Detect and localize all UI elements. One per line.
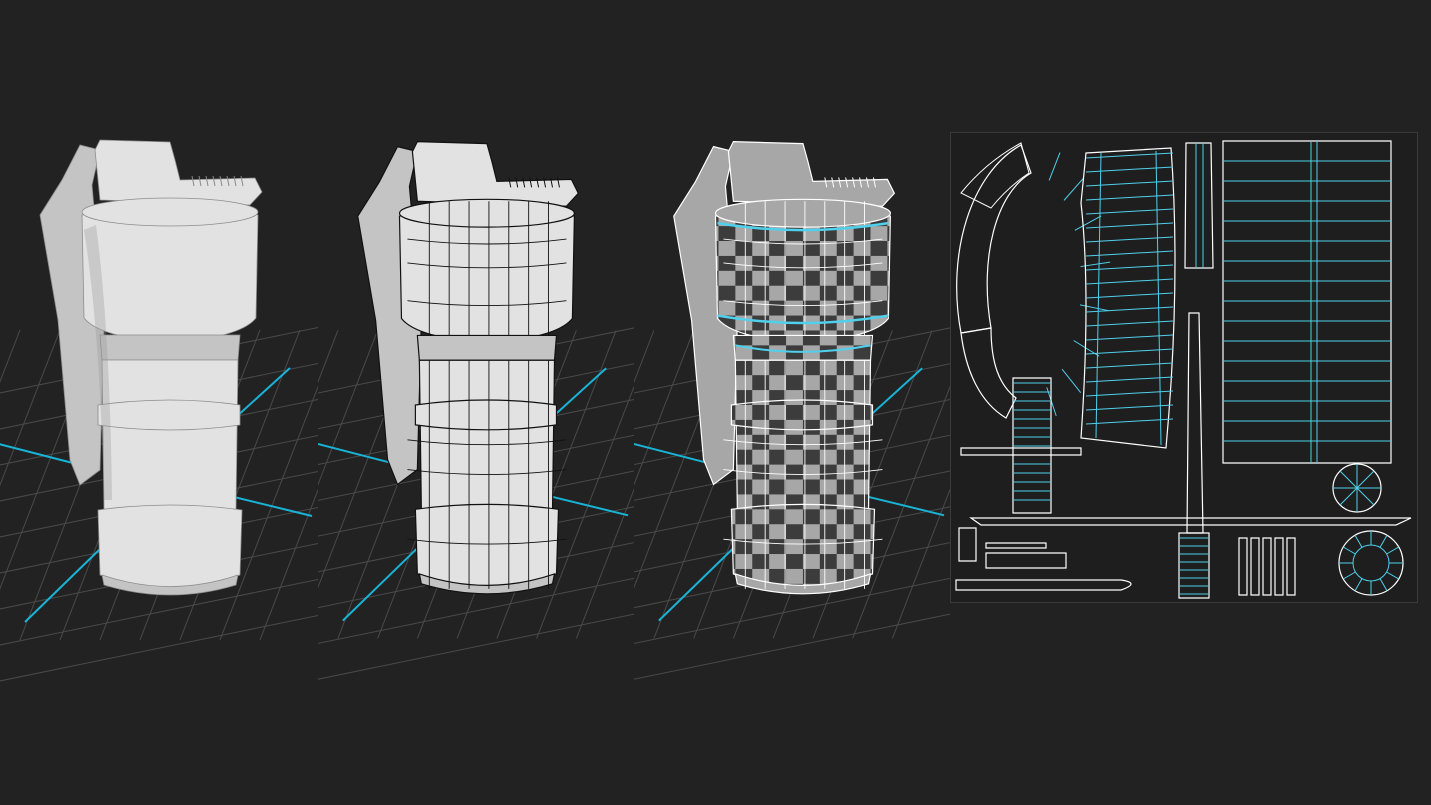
fuze-housing <box>411 141 580 207</box>
shaded-view-canvas <box>0 139 318 682</box>
uv-grid-line <box>1343 546 1356 555</box>
render-stage <box>0 0 1431 805</box>
uv-shell-pill <box>1262 537 1272 596</box>
uv-grid-line <box>1085 222 1174 229</box>
uv-grid-line <box>1085 194 1174 201</box>
grenade-model-wireframe[interactable] <box>357 141 580 595</box>
uv-grid-line <box>1063 177 1085 201</box>
uv-shell-stack <box>1178 532 1210 599</box>
uv-shell-arc <box>960 142 1030 209</box>
uv-shell-pill <box>1286 537 1296 596</box>
viewport-uv-checker[interactable] <box>634 0 950 805</box>
grenade-base <box>97 504 243 588</box>
uv-grid-line <box>1339 470 1358 489</box>
uv-shell-base-inner <box>1352 544 1390 582</box>
uv-shells[interactable] <box>955 140 1412 599</box>
fuze-housing <box>727 141 896 207</box>
uv-grid-line <box>1085 320 1174 327</box>
uv-checker-view-canvas <box>634 141 950 680</box>
uv-shell-block <box>958 527 977 562</box>
uv-grid-line <box>1354 578 1363 591</box>
uv-grid-line <box>1343 571 1356 580</box>
uv-shell-block <box>985 542 1047 549</box>
uv-grid-line <box>1085 348 1174 355</box>
grenade-neck <box>99 334 241 361</box>
grid-line <box>318 613 634 680</box>
uv-grid-line <box>1356 470 1375 489</box>
grenade-model-shaded[interactable] <box>39 139 263 596</box>
fuze-housing <box>94 139 263 206</box>
uv-shell-arc <box>960 327 1017 419</box>
viewport-shaded[interactable] <box>0 0 318 805</box>
grid-line <box>634 330 655 384</box>
uv-shell-small <box>1184 142 1214 269</box>
grip-band <box>97 399 241 431</box>
grenade-top-face <box>81 197 259 227</box>
uv-grid-line <box>1386 571 1399 580</box>
uv-grid-line <box>1079 304 1110 312</box>
grip-band <box>730 399 874 431</box>
uv-layout-canvas <box>955 140 1412 599</box>
uv-grid-line <box>1085 180 1174 187</box>
grenade-body <box>418 359 556 510</box>
uv-shell-pill <box>1274 537 1284 596</box>
uv-shell-flange <box>960 447 1082 456</box>
grenade-body <box>734 359 872 510</box>
grenade-body <box>101 359 239 511</box>
uv-shell-body <box>1222 140 1392 464</box>
uv-grid-line <box>1379 578 1388 591</box>
uv-shell-pill <box>1250 537 1260 596</box>
grid-line <box>634 330 695 486</box>
grenade-base <box>730 503 876 587</box>
grid-line <box>0 614 318 682</box>
uv-grid-line <box>1379 535 1388 548</box>
uv-grid-line <box>1085 152 1174 159</box>
grid-line <box>318 330 339 384</box>
uv-shell-strip <box>1080 147 1176 449</box>
uv-grid-line <box>1048 152 1061 181</box>
uv-shell-rim <box>969 517 1412 526</box>
uv-grid-line <box>1085 418 1174 425</box>
grip-band <box>414 399 558 431</box>
uv-grid-line <box>1356 487 1375 506</box>
grid-line <box>891 488 950 639</box>
uv-shell-pin <box>1186 312 1204 534</box>
uv-grid-line <box>1061 368 1082 393</box>
uv-grid-line <box>1085 292 1174 299</box>
uv-grid-line <box>1085 334 1174 341</box>
uv-grid-line <box>1339 487 1358 506</box>
uv-layout-editor[interactable] <box>950 132 1418 603</box>
uv-grid-line <box>1386 546 1399 555</box>
grenade-model-uv-checker[interactable] <box>673 141 896 595</box>
uv-shell-arc <box>956 144 1032 334</box>
grid-line <box>634 613 950 680</box>
uv-grid-line <box>1155 150 1162 446</box>
uv-shell-lever <box>955 579 1132 591</box>
grenade-base <box>414 503 560 587</box>
wireframe-view-canvas <box>318 141 634 680</box>
viewport-wireframe[interactable] <box>318 0 634 805</box>
uv-grid-line <box>1085 208 1174 215</box>
uv-grid-line <box>1354 535 1363 548</box>
uv-shell-block <box>985 552 1067 569</box>
uv-grid-line <box>1085 306 1174 313</box>
grid-line <box>259 488 318 641</box>
grid-line <box>0 329 61 487</box>
uv-grid-line <box>1085 166 1174 173</box>
grid-line <box>575 488 634 639</box>
uv-shell-pill <box>1238 537 1248 596</box>
grid-line <box>318 330 379 486</box>
grenade-neck <box>416 334 558 361</box>
grid-line <box>0 329 21 384</box>
